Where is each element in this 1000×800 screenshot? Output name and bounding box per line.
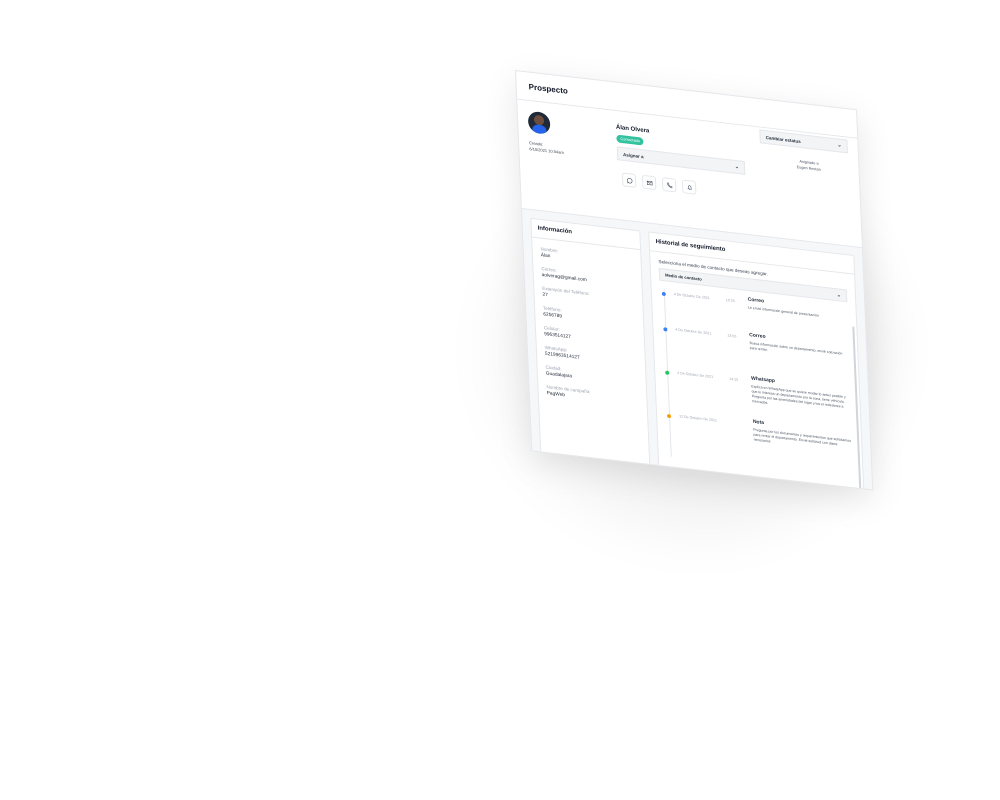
- bell-button[interactable]: [681, 179, 697, 195]
- event-description: Pregunta por los documentos y requerimie…: [753, 427, 851, 447]
- chevron-down-icon: ⌄: [734, 163, 740, 171]
- bell-icon: [687, 184, 692, 190]
- timeline-dot: [666, 413, 672, 419]
- event-time: 14:15: [729, 376, 739, 382]
- info-field: Nombre de campaña: PagWeb: [538, 383, 647, 407]
- crm-app-window: Prospecto Cambiar estatus ⌄ Creado: 6/10…: [515, 70, 874, 491]
- event-description: Explica en WhatsApp que se quiere mudar …: [751, 384, 846, 409]
- information-fields: Nombre: Álan Correo: aolverag@gmail.com Exte…: [532, 245, 646, 407]
- event-type: Whatsapp: [750, 375, 776, 385]
- event-description: Le envié información general de presenta…: [747, 305, 819, 318]
- mail-icon: [646, 180, 652, 185]
- avatar: [527, 110, 551, 135]
- prospect-name: Álan Olvera: [615, 124, 650, 135]
- created-value: 6/10/2021 10:04am: [529, 146, 564, 156]
- event-type: Correo: [749, 332, 766, 340]
- status-badge: Contactado: [616, 134, 645, 146]
- scene: Prospecto Cambiar estatus ⌄ Creado: 6/10…: [0, 0, 1000, 800]
- timeline-dot: [665, 370, 670, 375]
- phone-icon: [666, 181, 672, 188]
- contact-actions: [621, 172, 697, 195]
- event-date: 12 De Octubre De 2021: [678, 414, 718, 423]
- event-type: Correo: [747, 296, 765, 305]
- perspective-wrapper: Prospecto Cambiar estatus ⌄ Creado: 6/10…: [515, 70, 882, 504]
- history-card: Historial de seguimiento Selecciona el m…: [648, 231, 865, 491]
- assign-dropdown-label: Asignar a: [622, 151, 644, 159]
- event-date: 4 De Octubre De 2021: [673, 292, 710, 301]
- chevron-down-icon: ⌄: [837, 142, 842, 149]
- information-card: Información Nombre: Álan Correo: aolverag@g…: [530, 217, 651, 479]
- status-dropdown-label: Cambiar estatus: [765, 134, 801, 144]
- chevron-down-icon: ⌄: [836, 291, 842, 299]
- event-time: 13:50: [727, 333, 737, 339]
- details-section: Información Nombre: Álan Correo: aolverag@g…: [522, 209, 873, 491]
- event-time: 10:20: [725, 298, 735, 304]
- timeline-dot: [663, 327, 668, 332]
- phone-button[interactable]: [661, 177, 677, 193]
- mail-button[interactable]: [641, 174, 657, 191]
- information-title: Información: [531, 218, 641, 251]
- whatsapp-icon: [626, 177, 632, 183]
- history-timeline: 4 De Octubre De 2021 10:20 Correo Le envié …: [660, 289, 855, 478]
- event-type: Nota: [752, 418, 765, 427]
- event-date: 4 De Octubre De 2021: [677, 370, 714, 380]
- page-title: Prospecto: [528, 81, 568, 96]
- assigned-label: Asignado a: [799, 159, 819, 166]
- contact-medium-label: Medio de contacto: [664, 272, 702, 282]
- assigned-value: Eugen Rectan: [796, 165, 821, 172]
- timeline-dot: [661, 291, 666, 297]
- event-description: Busca información sobre un departamento,…: [749, 341, 843, 356]
- assign-dropdown[interactable]: Asignar a ⌄: [616, 146, 746, 175]
- whatsapp-button[interactable]: [621, 172, 637, 188]
- event-date: 4 De Octubre De 2021: [675, 327, 712, 336]
